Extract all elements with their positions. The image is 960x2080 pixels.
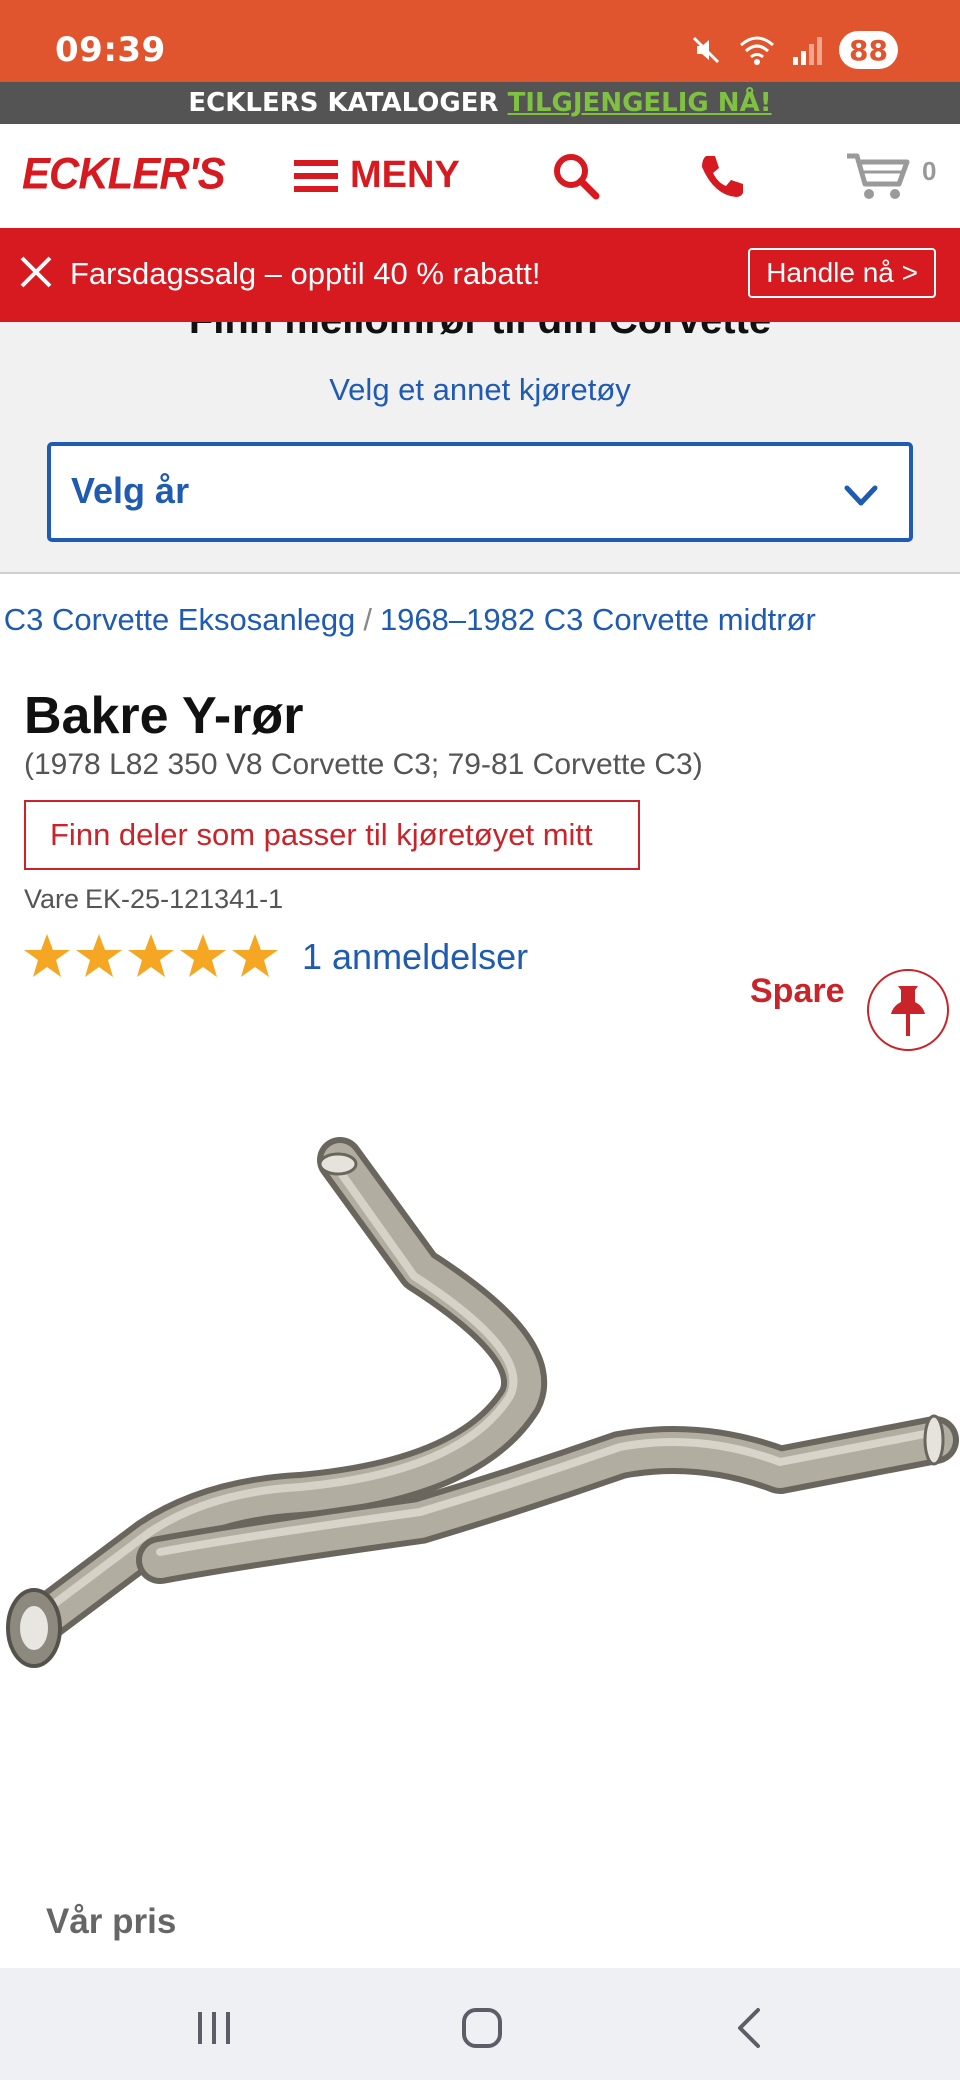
phone-icon (702, 156, 743, 197)
close-icon[interactable] (16, 252, 56, 292)
year-select-label: Velg år (71, 470, 190, 511)
status-bar: 09:39 88 (0, 0, 960, 82)
search-icon (554, 154, 600, 200)
star-icon (24, 934, 70, 977)
product-rating: 1 anmeldelser (22, 932, 528, 982)
chevron-down-icon (844, 485, 878, 506)
home-button[interactable] (452, 1998, 512, 2058)
ecklers-logo[interactable]: ECKLER'S (22, 149, 226, 199)
save-label[interactable]: Spare (750, 972, 845, 1011)
sku-label: Vare (24, 884, 80, 914)
find-fitting-parts-button[interactable]: Finn deler som passer til kjøretøyet mit… (24, 800, 640, 870)
star-icon (180, 934, 226, 977)
hamburger-icon (294, 159, 338, 192)
signal-icon (793, 37, 823, 65)
status-icons: 88 (689, 30, 898, 70)
our-price-label: Vår pris (46, 1902, 177, 1941)
back-icon (738, 2008, 760, 2048)
product-image[interactable] (0, 1100, 960, 1740)
site-header: ECKLER'S MENY 0 (0, 124, 960, 228)
save-pin-button[interactable] (867, 969, 949, 1051)
wifi-icon (740, 36, 775, 65)
breadcrumb-item-midpipes[interactable]: 1968–1982 C3 Corvette midtrør (380, 602, 816, 637)
sale-banner: Farsdagssalg – opptil 40 % rabatt! Handl… (0, 228, 960, 322)
recent-apps-icon (198, 2012, 230, 2044)
battery-indicator: 88 (839, 31, 898, 69)
breadcrumb-item-exhaust[interactable]: 1968–1982 C3 Corvette Eksosanlegg (0, 602, 355, 637)
star-icon (232, 934, 278, 977)
menu-button[interactable]: MENY (292, 154, 460, 197)
product-fitment: (1978 L82 350 V8 Corvette C3; 79-81 Corv… (24, 748, 703, 781)
sku-value: EK-25-121341-1 (85, 884, 284, 914)
cart-icon (847, 153, 910, 199)
menu-label: MENY (350, 154, 460, 196)
breadcrumb: 1968–1982 C3 Corvette Eksosanlegg/1968–1… (0, 580, 960, 660)
cart-button[interactable] (842, 146, 914, 206)
phone-button[interactable] (692, 146, 752, 206)
star-icon (76, 934, 122, 977)
mute-icon (692, 36, 720, 64)
search-button[interactable] (546, 146, 606, 206)
home-icon (462, 2008, 502, 2048)
status-time: 09:39 (55, 30, 166, 70)
back-button[interactable] (720, 1998, 780, 2058)
product-sku: Vare EK-25-121341-1 (24, 884, 283, 915)
pin-icon (891, 986, 925, 1036)
rating-stars (22, 932, 280, 982)
reviews-link[interactable]: 1 anmeldelser (302, 936, 528, 978)
system-nav-bar (0, 1968, 960, 2080)
product-title: Bakre Y-rør (24, 687, 304, 745)
vehicle-selector-heading: Finn mellomrør til din Corvette (0, 322, 960, 343)
breadcrumb-separator: / (363, 602, 372, 637)
catalog-promo-link[interactable]: TILGJENGELIG NÅ! (508, 88, 772, 118)
sale-banner-text: Farsdagssalg – opptil 40 % rabatt! (70, 256, 541, 291)
catalog-promo-strip: ECKLERS KATALOGER TILGJENGELIG NÅ! (0, 82, 960, 124)
shop-now-button[interactable]: Handle nå > (748, 248, 936, 298)
vehicle-selector-panel: Finn mellomrør til din Corvette Velg et … (0, 322, 960, 574)
year-select[interactable]: Velg år (47, 442, 913, 542)
change-vehicle-link[interactable]: Velg et annet kjøretøy (0, 372, 960, 408)
catalog-promo-text: ECKLERS KATALOGER (188, 88, 499, 118)
cart-count: 0 (922, 156, 937, 186)
star-icon (128, 934, 174, 977)
recent-apps-button[interactable] (184, 1998, 244, 2058)
